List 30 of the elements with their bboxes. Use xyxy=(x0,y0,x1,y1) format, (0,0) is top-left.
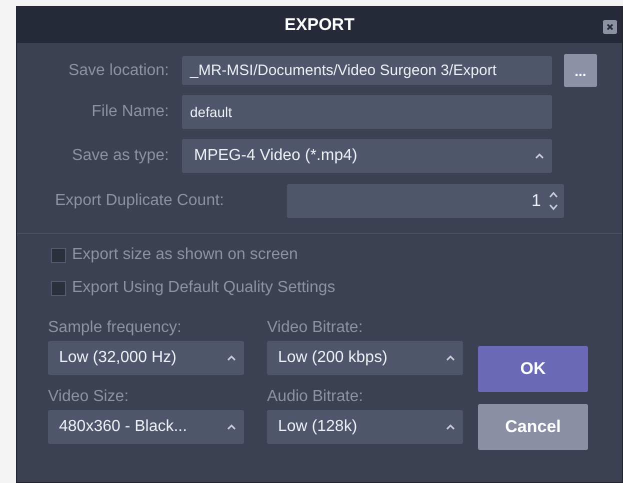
checkbox-label: Export size as shown on screen xyxy=(72,246,298,264)
setting-dropdown[interactable]: 480x360 - Black... xyxy=(48,410,244,444)
spinner-arrows-icon[interactable] xyxy=(549,189,558,213)
ok-button[interactable]: OK xyxy=(478,346,588,392)
setting-dropdown[interactable]: Low (200 kbps) xyxy=(267,341,463,375)
type-dropdown[interactable]: MPEG-4 Video (*.mp4) xyxy=(182,139,552,173)
field-label: File Name: xyxy=(90,103,170,121)
file-name-field[interactable]: default xyxy=(182,95,552,129)
count-spinner[interactable]: 1 xyxy=(287,184,564,218)
setting-dropdown[interactable]: Low (32,000 Hz) xyxy=(48,341,244,375)
field-label: Save location: xyxy=(67,62,170,80)
cancel-button[interactable]: Cancel xyxy=(478,404,588,450)
caret-icon xyxy=(535,153,544,159)
field-label: Export Duplicate Count: xyxy=(54,192,225,210)
caret-icon xyxy=(446,424,455,430)
checkbox-label: Export Using Default Quality Settings xyxy=(72,279,336,297)
setting-dropdown[interactable]: Low (128k) xyxy=(267,410,463,444)
field-label: Save as type: xyxy=(71,147,170,165)
setting-label: Video Size: xyxy=(48,388,130,406)
setting-label: Video Bitrate: xyxy=(267,319,364,337)
window-title: EXPORT xyxy=(284,15,354,35)
setting-label: Audio Bitrate: xyxy=(267,388,364,406)
setting-label: Sample frequency: xyxy=(48,319,182,337)
checkbox[interactable] xyxy=(51,280,66,296)
caret-icon xyxy=(227,424,236,430)
path-field[interactable]: _MR-MSI/Documents/Video Surgeon 3/Export xyxy=(182,56,552,85)
checkbox[interactable] xyxy=(51,248,66,262)
caret-icon xyxy=(227,355,236,361)
close-icon[interactable] xyxy=(603,20,617,34)
caret-icon xyxy=(446,355,455,361)
